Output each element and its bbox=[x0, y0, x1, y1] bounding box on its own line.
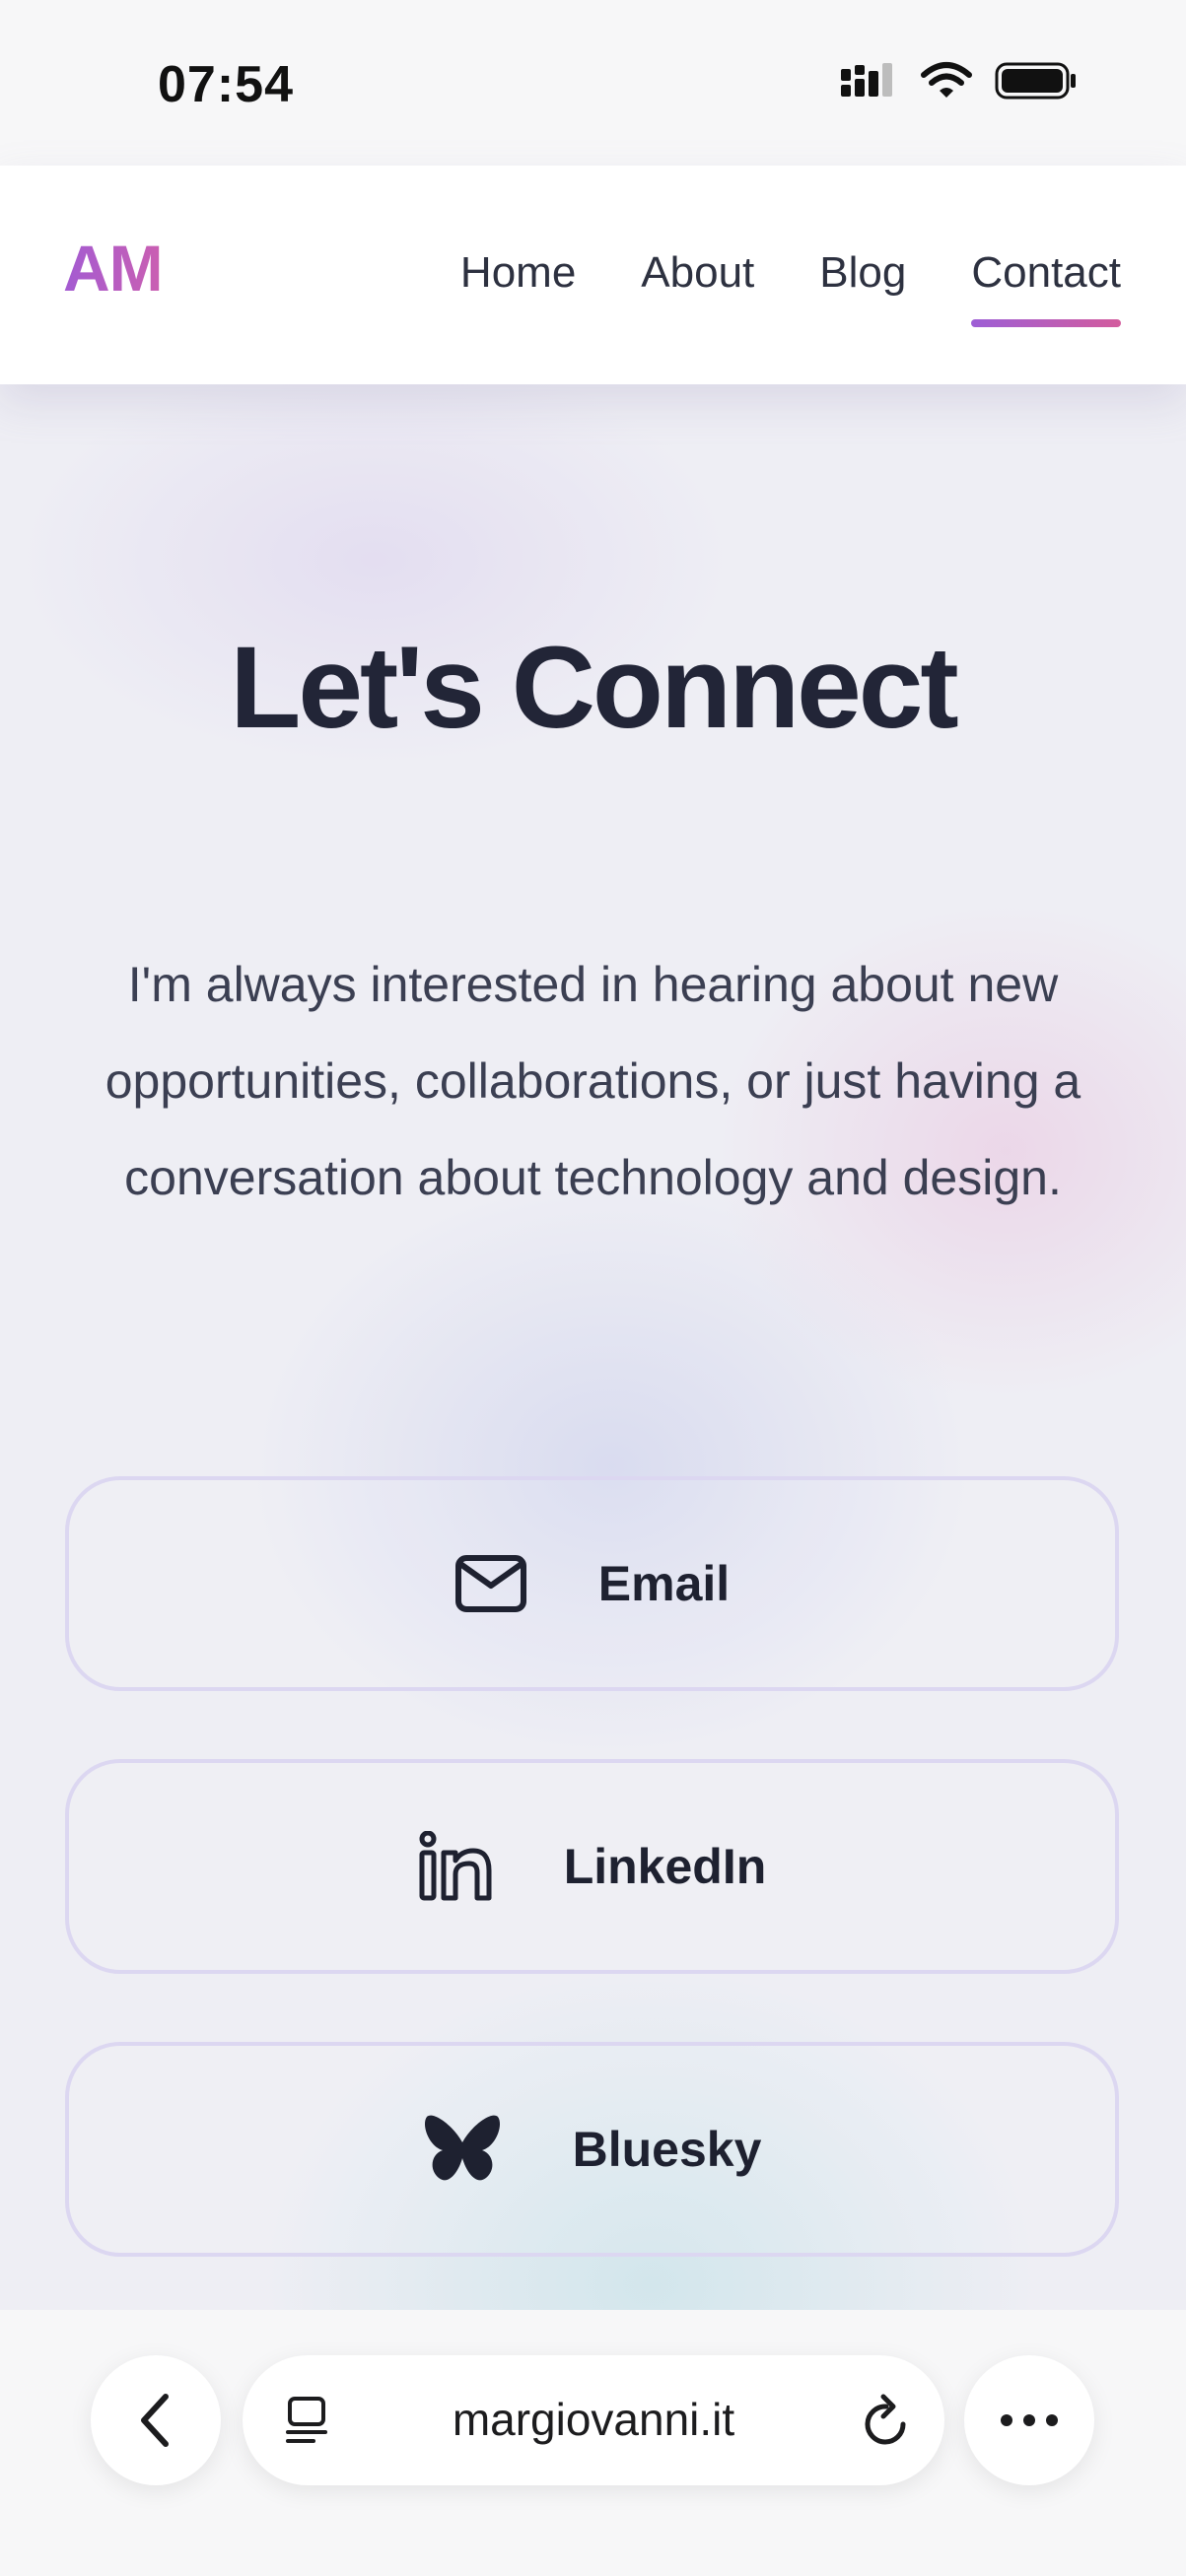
nav-about[interactable]: About bbox=[641, 248, 754, 298]
chevron-left-icon bbox=[141, 2394, 169, 2447]
linkedin-icon bbox=[419, 1831, 492, 1901]
status-time: 07:54 bbox=[158, 56, 294, 113]
envelope-icon bbox=[454, 1555, 526, 1612]
reload-icon[interactable] bbox=[862, 2393, 911, 2448]
nav-blog[interactable]: Blog bbox=[819, 248, 906, 298]
butterfly-icon bbox=[424, 2115, 500, 2181]
nav-contact[interactable]: Contact bbox=[971, 248, 1121, 327]
more-button[interactable] bbox=[964, 2355, 1094, 2485]
url-text: margiovanni.it bbox=[452, 2394, 735, 2445]
status-icons bbox=[839, 61, 1078, 101]
address-bar[interactable]: margiovanni.it bbox=[243, 2355, 944, 2485]
intro-text: I'm always interested in hearing about n… bbox=[105, 957, 1081, 1205]
page-title: Let's Connect bbox=[230, 623, 958, 753]
wifi-icon bbox=[921, 62, 972, 98]
email-label: Email bbox=[597, 1556, 731, 1611]
cellular-signal-icon bbox=[841, 63, 892, 97]
status-bar: 07:54 bbox=[0, 0, 1186, 166]
nav-home[interactable]: Home bbox=[460, 248, 576, 298]
site-header: AM Home About Blog Contact bbox=[0, 166, 1186, 384]
battery-icon bbox=[995, 62, 1076, 100]
back-button[interactable] bbox=[91, 2355, 221, 2485]
site-logo[interactable]: AM bbox=[63, 231, 164, 305]
email-button[interactable]: Email bbox=[65, 1476, 1119, 1691]
bluesky-button[interactable]: Bluesky bbox=[65, 2042, 1119, 2257]
bluesky-label: Bluesky bbox=[572, 2122, 762, 2177]
main-nav: Home About Blog Contact bbox=[460, 248, 1121, 327]
linkedin-label: LinkedIn bbox=[563, 1839, 767, 1894]
page-background bbox=[0, 166, 1186, 2310]
more-dots-icon bbox=[1001, 2414, 1058, 2426]
browser-toolbar: margiovanni.it bbox=[0, 2310, 1186, 2576]
linkedin-button[interactable]: LinkedIn bbox=[65, 1759, 1119, 1974]
